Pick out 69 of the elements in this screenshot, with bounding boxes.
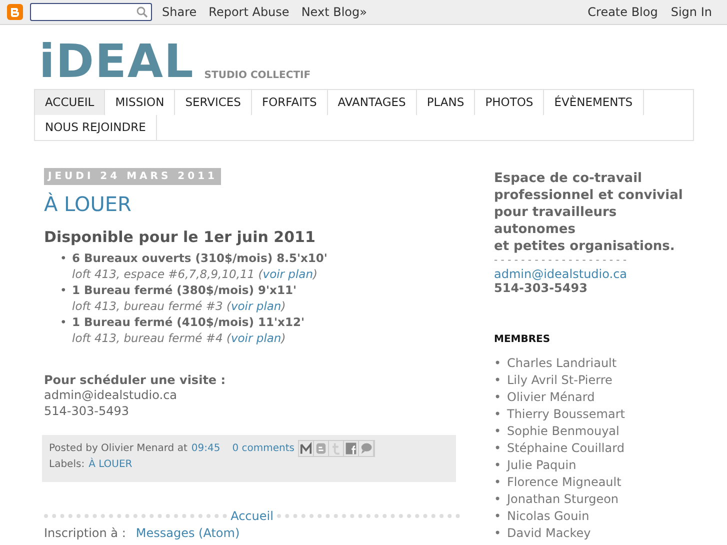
bullet: • [494,491,502,508]
navbar-link[interactable]: Share [162,5,197,19]
navbar-link[interactable]: Create Blog [588,5,658,19]
search-icon[interactable] [136,6,148,18]
bullet: • [494,423,502,440]
bullet: • [494,440,502,457]
bullet: • [494,457,502,474]
bullet: • [494,389,502,406]
feed-link[interactable]: Messages (Atom) [136,526,240,540]
member-name: Stéphaine Couillard [507,440,624,457]
description-line: et petites organisations. [494,238,676,255]
listing-title: 6 Bureaux ouverts (310$/mois) 8.5'x10' [72,250,328,266]
description-line: autonomes [494,221,576,238]
bullet: • [494,474,502,491]
plan-link[interactable]: voir plan [230,299,282,313]
visit-label: Pour schéduler une visite : [44,373,227,387]
description-line: Espace de co-travail [494,170,643,187]
labels-text: Labels: [49,458,85,472]
member-name: Jonathan Sturgeon [507,491,619,508]
blogger-logo-icon[interactable] [7,4,23,20]
navbar-link[interactable]: Sign In [670,5,712,19]
contact-phone: 514-303-5493 [44,403,130,419]
dashed-separator: - - - - - - - - - - - - - - - - - - - - [494,255,628,267]
member-name: Sophie Benmouyal [507,423,620,440]
bullet: • [60,282,68,299]
bullet: • [494,372,502,389]
member-name: Olivier Ménard [507,389,595,406]
member-name: Nicolas Gouin [507,508,590,525]
phone-number: 514-303-5493 [494,281,588,295]
bullet: • [494,508,502,525]
description-line: pour travailleurs [494,204,618,221]
members-heading: MEMBRES [494,334,552,345]
navbar-link[interactable]: Report Abuse [208,5,290,19]
subscribe-text: Inscription à : [44,526,126,540]
member-name: Thierry Boussemart [507,406,625,423]
contact-email: admin@idealstudio.ca [44,387,178,403]
navbar-link[interactable]: Next Blog» [301,5,367,19]
member-name: Charles Landriault [507,355,617,372]
listing-title: 1 Bureau fermé (380$/mois) 9'x11' [72,282,296,298]
member-name: Julie Paquin [507,457,576,474]
listing-detail: loft 413, bureau fermé #4 (voir plan) [72,330,287,346]
description-line: professionnel et convivial [494,187,684,204]
email-link[interactable]: admin@idealstudio.ca [494,267,694,281]
bullet: • [60,314,68,331]
member-name: Lily Avril St-Pierre [507,372,612,389]
plan-link[interactable]: voir plan [262,267,314,281]
listing-detail: loft 413, espace #6,7,8,9,10,11 (voir plan) [72,266,319,282]
speech-bubble-icon[interactable] [359,441,374,456]
listing-title: 1 Bureau fermé (410$/mois) 11'x12' [72,314,304,330]
tagline: STUDIO COLLECTIF [204,70,311,81]
post-title[interactable]: À LOUER [44,192,460,216]
posted-by-text: Posted by Olivier Menard at [49,442,188,456]
member-name: Florence Migneault [507,474,622,491]
bullet: • [494,355,502,372]
bullet: • [494,525,502,542]
f-letter-icon[interactable] [344,441,360,456]
post-date: JEUDI 24 MARS 2011 [44,168,222,185]
listing-detail: loft 413, bureau fermé #3 (voir plan) [72,298,287,314]
blog-icon[interactable] [314,441,330,456]
member-name: David Mackey [507,525,591,542]
post-heading: Disponible pour le 1er juin 2011 [44,228,316,246]
bullet: • [494,406,502,423]
logo[interactable]: iDEAL [39,41,194,81]
email-icon[interactable] [299,441,314,456]
plan-link[interactable]: voir plan [230,331,282,345]
search-field[interactable] [30,3,152,21]
home-link[interactable]: Accueil [230,509,274,523]
nav-tab[interactable]: ACCUEIL [35,90,106,115]
bullet: • [60,250,68,267]
